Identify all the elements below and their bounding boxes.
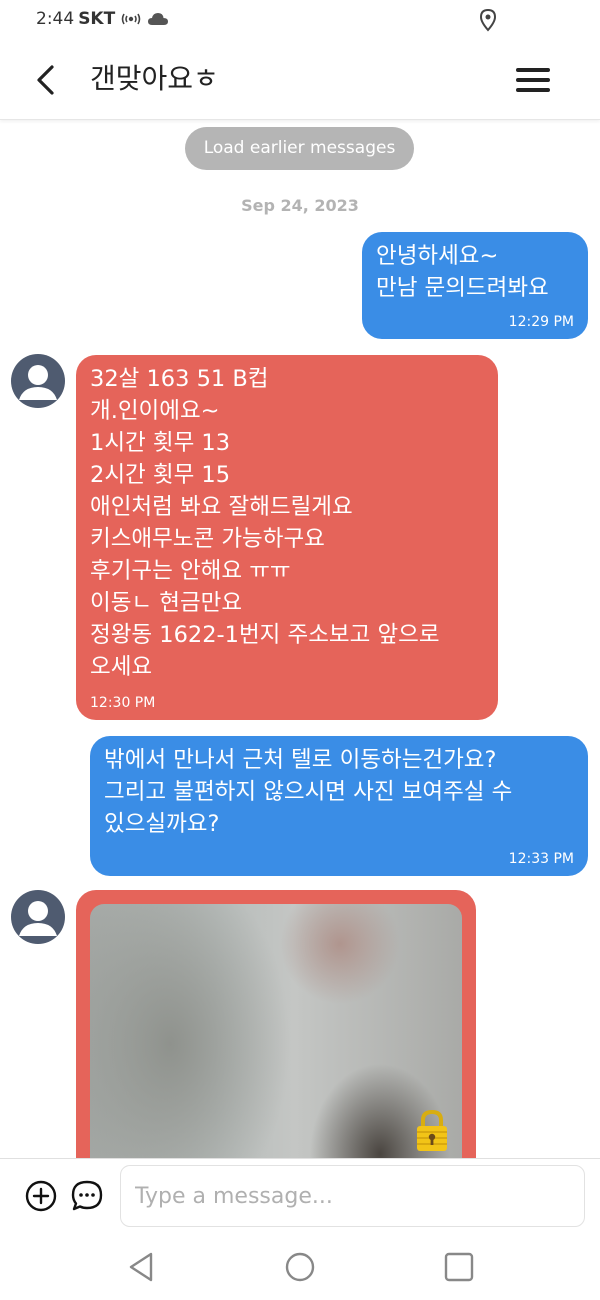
wifi-calling-icon	[121, 10, 141, 28]
nav-home-button[interactable]	[283, 1250, 317, 1284]
back-arrow-icon	[37, 65, 54, 95]
status-bar: 2:44 SKT	[0, 0, 600, 38]
message-input[interactable]	[120, 1165, 585, 1227]
nav-back-button[interactable]	[124, 1250, 158, 1284]
conversation-header: 갠맞아요ㅎ	[0, 38, 600, 120]
cloud-icon	[147, 11, 169, 27]
hamburger-menu-icon	[516, 68, 550, 92]
avatar[interactable]	[11, 354, 65, 408]
status-left: 2:44 SKT	[36, 9, 169, 29]
avatar[interactable]	[11, 890, 65, 944]
status-carrier: SKT	[78, 9, 116, 29]
nav-recents-icon	[444, 1252, 474, 1282]
add-attachment-button[interactable]	[24, 1179, 58, 1213]
outgoing-message-bubble[interactable]: 밖에서 만나서 근처 텔로 이동하는건가요? 그리고 불편하지 않으시면 사진 …	[90, 736, 588, 876]
incoming-message-bubble[interactable]: 32살 163 51 B컵 개.인이에요~ 1시간 횟무 13 2시간 횟무 1…	[76, 355, 498, 720]
outgoing-message-bubble[interactable]: 안녕하세요~ 만남 문의드려봐요 12:29 PM	[362, 232, 588, 339]
blurred-image[interactable]	[90, 904, 462, 1158]
message-time: 12:30 PM	[90, 695, 156, 711]
default-avatar-icon	[19, 365, 57, 400]
back-button[interactable]	[26, 60, 66, 100]
date-separator: Sep 24, 2023	[241, 196, 359, 215]
chat-bubble-icon	[71, 1180, 103, 1211]
quick-reply-button[interactable]	[70, 1179, 104, 1213]
menu-button[interactable]	[512, 60, 554, 100]
incoming-image-bubble[interactable]	[76, 890, 476, 1158]
location-icon	[478, 8, 498, 36]
message-text: 안녕하세요~ 만남 문의드려봐요	[376, 243, 549, 301]
message-time: 12:33 PM	[508, 851, 574, 867]
conversation-title: 갠맞아요ㅎ	[90, 62, 219, 95]
nav-recents-button[interactable]	[442, 1250, 476, 1284]
message-list[interactable]: Load earlier messages Sep 24, 2023 안녕하세요…	[0, 120, 600, 1158]
load-earlier-button[interactable]: Load earlier messages	[185, 127, 414, 170]
padlock-icon[interactable]	[415, 1109, 449, 1153]
message-time: 12:29 PM	[508, 314, 574, 330]
nav-home-icon	[285, 1252, 315, 1282]
plus-circle-icon	[25, 1180, 57, 1212]
message-text: 32살 163 51 B컵 개.인이에요~ 1시간 횟무 13 2시간 횟무 1…	[90, 366, 440, 680]
nav-back-icon	[129, 1252, 153, 1282]
system-navigation-bar	[0, 1234, 600, 1300]
status-time: 2:44	[36, 9, 75, 29]
message-text: 밖에서 만나서 근처 텔로 이동하는건가요? 그리고 불편하지 않으시면 사진 …	[104, 747, 513, 837]
default-avatar-icon	[19, 901, 57, 936]
message-input-bar	[0, 1158, 600, 1234]
